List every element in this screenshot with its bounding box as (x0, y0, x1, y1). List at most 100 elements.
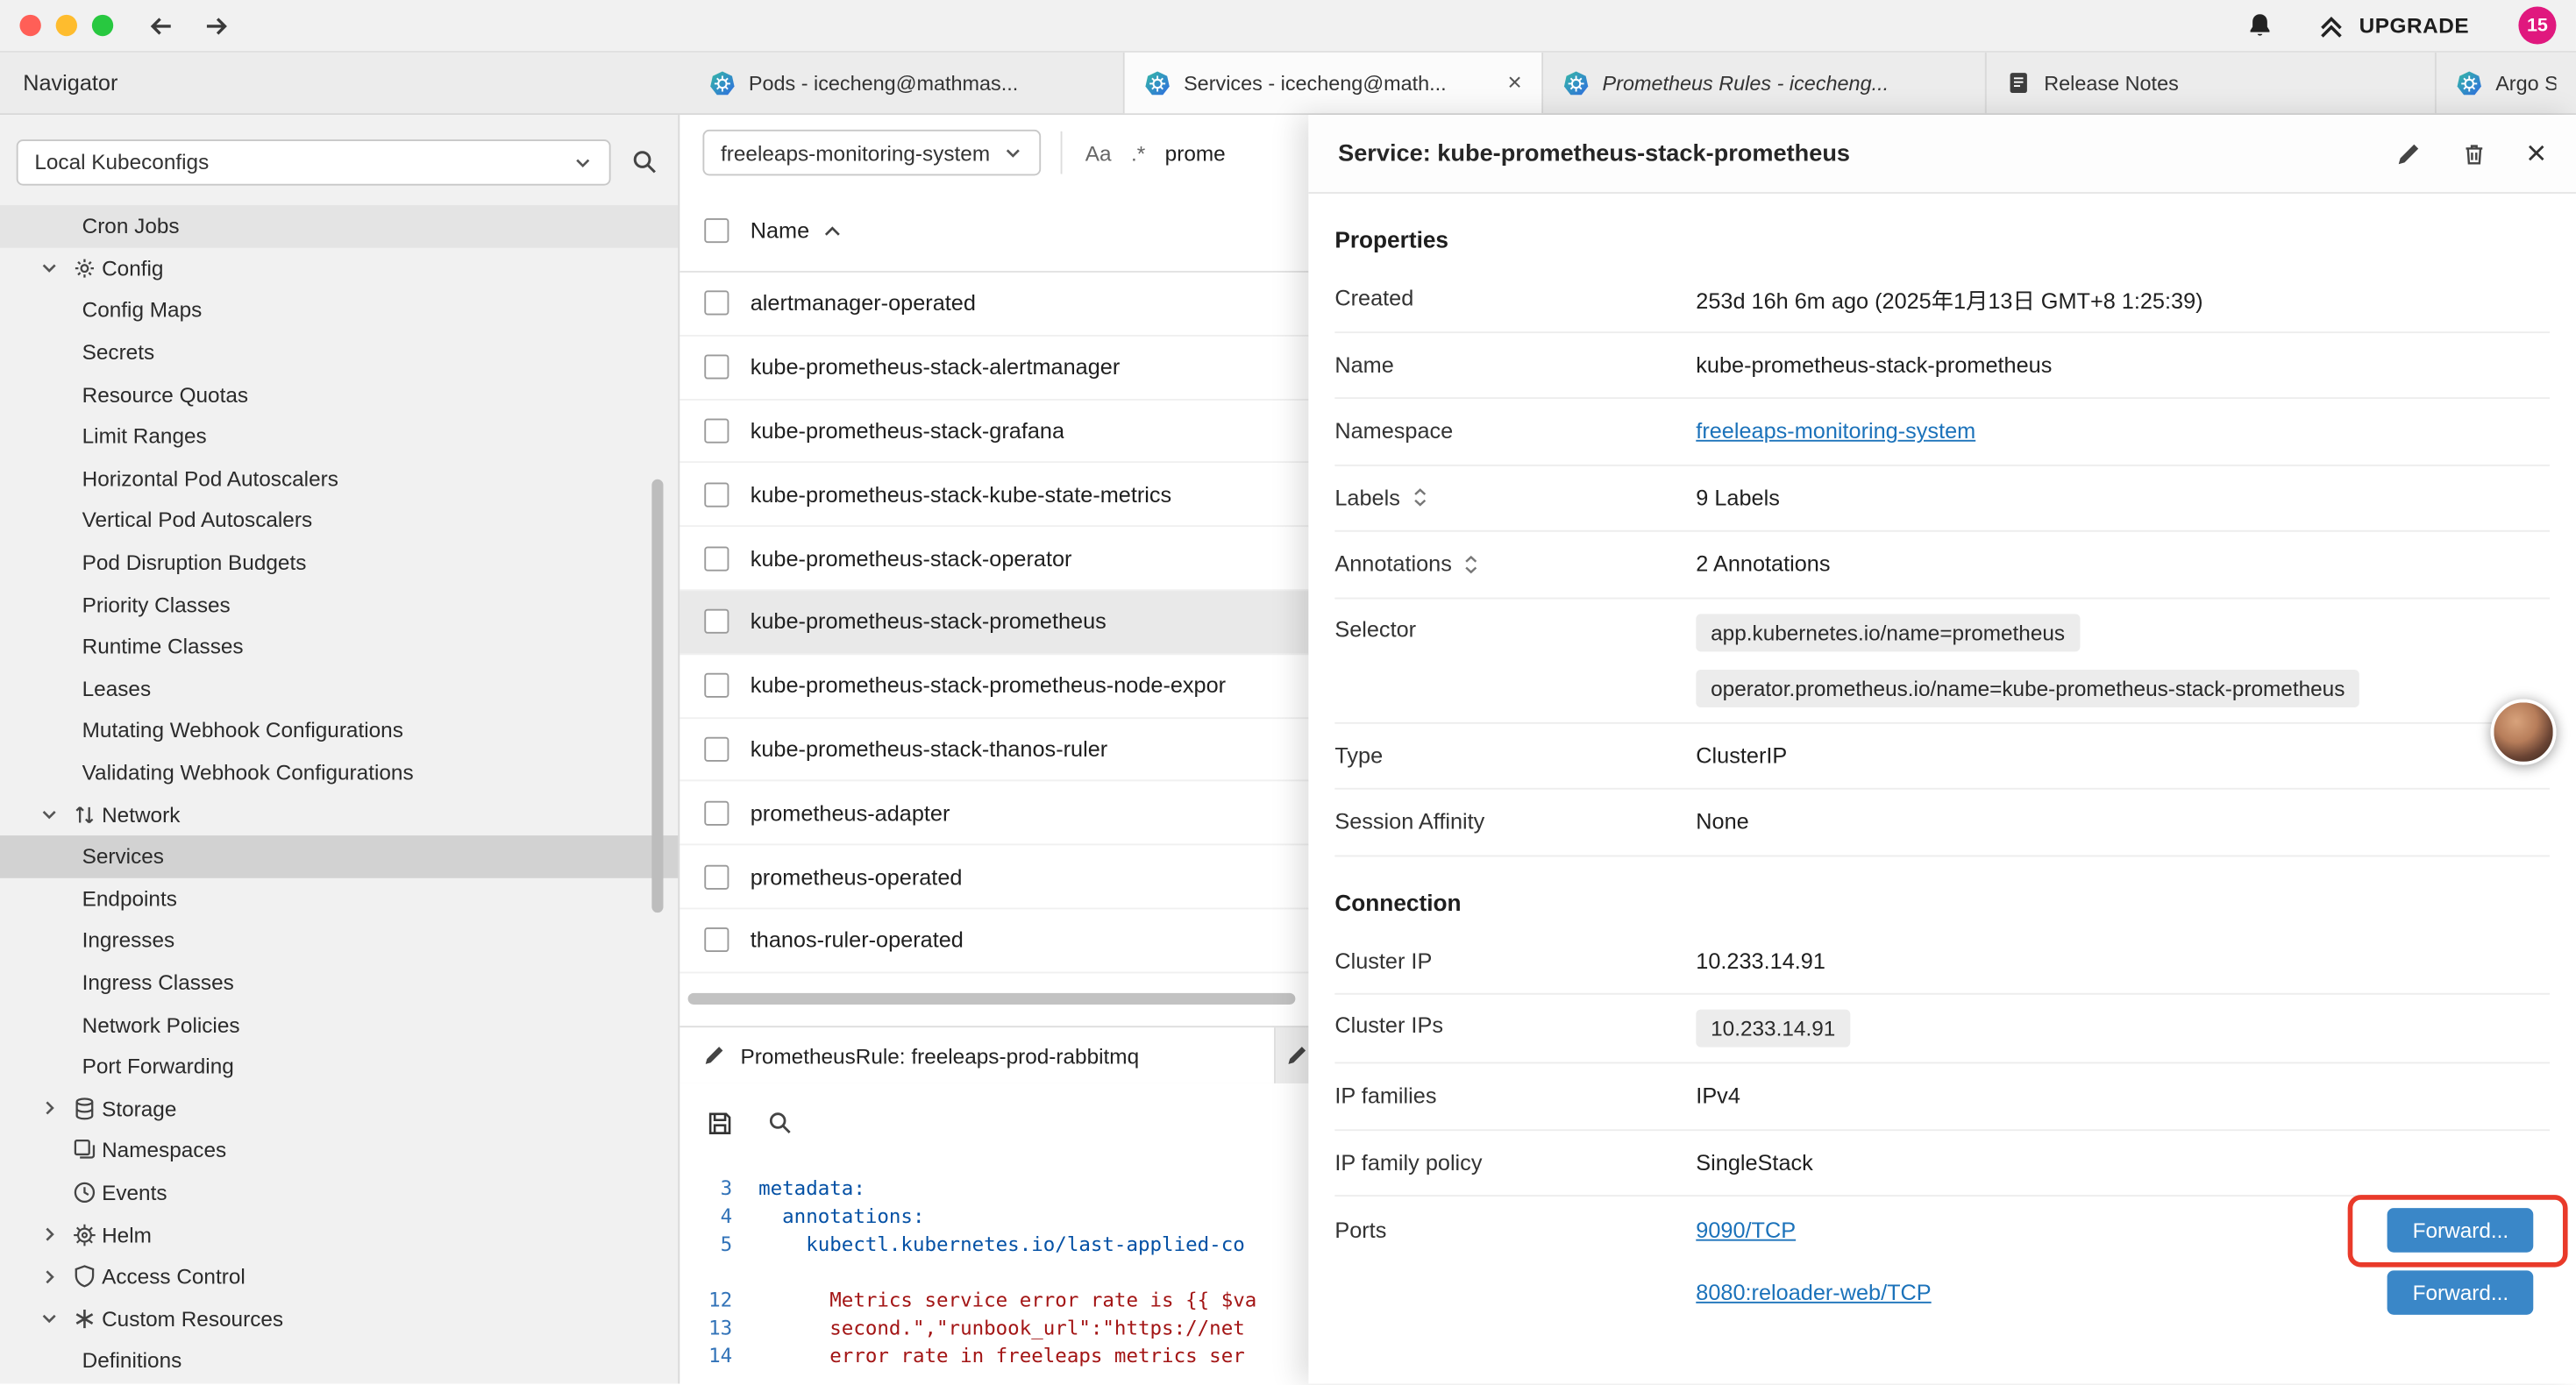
sidebar-item-mutating-webhook-configurations[interactable]: Mutating Webhook Configurations (0, 709, 678, 751)
sort-ascending-icon[interactable] (822, 224, 842, 238)
notifications-bell-icon[interactable] (2245, 11, 2274, 39)
row-checkbox[interactable] (704, 864, 729, 889)
close-drawer-icon[interactable]: × (2526, 136, 2546, 170)
yaml-editor[interactable]: 3metadata:4 annotations:5 kubectl.kubern… (680, 1162, 1308, 1384)
tab-services-icecheng-math[interactable]: Services - icecheng@math...× (1125, 53, 1543, 113)
namespace-link[interactable]: freeleaps-monitoring-system (1696, 419, 1975, 444)
sidebar-item-config-maps[interactable]: Config Maps (0, 289, 678, 331)
chevron-down-icon[interactable] (39, 1309, 69, 1328)
delete-service-icon[interactable] (2460, 140, 2487, 167)
port-link[interactable]: 8080:reloader-web/TCP (1696, 1281, 1931, 1305)
sidebar-item-resource-quotas[interactable]: Resource Quotas (0, 373, 678, 416)
sidebar-item-leases[interactable]: Leases (0, 667, 678, 709)
dock-tab-prometheusrule[interactable]: PrometheusRule: freeleaps-prod-rabbitmq (680, 1027, 1276, 1083)
sidebar-item-namespaces[interactable]: Namespaces (0, 1129, 678, 1171)
sidebar-item-storage[interactable]: Storage (0, 1087, 678, 1129)
row-checkbox[interactable] (704, 800, 729, 825)
sidebar-item-priority-classes[interactable]: Priority Classes (0, 583, 678, 625)
forward-button[interactable]: Forward... (2388, 1208, 2534, 1253)
name-column-header[interactable]: Name (751, 218, 809, 243)
tab-release-notes[interactable]: Release Notes (1987, 53, 2437, 113)
tab-argo-se[interactable]: Argo Se... (2437, 53, 2576, 113)
editor-search-icon[interactable] (766, 1110, 793, 1136)
forward-button[interactable]: Forward... (2388, 1270, 2534, 1315)
window-close-button[interactable] (19, 15, 40, 36)
upgrade-button[interactable]: UPGRADE (2316, 11, 2469, 40)
chevron-down-icon[interactable] (39, 805, 69, 824)
edit-service-icon[interactable] (2395, 140, 2421, 167)
chevron-right-icon[interactable] (39, 1267, 69, 1286)
sidebar-item-network[interactable]: Network (0, 793, 678, 835)
regex-toggle[interactable]: .* (1131, 140, 1145, 165)
table-row-kube-prometheus-stack-thanos-ruler[interactable]: kube-prometheus-stack-thanos-ruler (680, 718, 1308, 782)
sidebar-item-access-control[interactable]: Access Control (0, 1255, 678, 1297)
table-row-kube-prometheus-stack-kube-state-metrics[interactable]: kube-prometheus-stack-kube-state-metrics (680, 464, 1308, 528)
sidebar-item-ingresses[interactable]: Ingresses (0, 920, 678, 962)
search-query[interactable]: prome (1165, 140, 1226, 165)
row-checkbox[interactable] (704, 546, 729, 571)
table-row-alertmanager-operated[interactable]: alertmanager-operated (680, 273, 1308, 337)
table-row-thanos-ruler-operated[interactable]: thanos-ruler-operated (680, 909, 1308, 973)
window-zoom-button[interactable] (92, 15, 113, 36)
sidebar-item-pod-disruption-budgets[interactable]: Pod Disruption Budgets (0, 541, 678, 583)
row-checkbox[interactable] (704, 418, 729, 443)
sort-icon[interactable] (1463, 554, 1480, 573)
select-all-checkbox[interactable] (704, 218, 729, 243)
notification-count-badge[interactable]: 15 (2518, 6, 2556, 44)
sidebar-item-events[interactable]: Events (0, 1171, 678, 1213)
sidebar-item-secrets[interactable]: Secrets (0, 331, 678, 373)
sidebar-item-config[interactable]: Config (0, 247, 678, 289)
sidebar-item-port-forwarding[interactable]: Port Forwarding (0, 1046, 678, 1088)
sidebar-item-definitions[interactable]: Definitions (0, 1339, 678, 1381)
sidebar-item-horizontal-pod-autoscalers[interactable]: Horizontal Pod Autoscalers (0, 458, 678, 500)
sidebar-item-endpoints[interactable]: Endpoints (0, 877, 678, 920)
row-checkbox[interactable] (704, 355, 729, 380)
table-row-prometheus-operated[interactable]: prometheus-operated (680, 846, 1308, 910)
sidebar-item-cron-jobs[interactable]: Cron Jobs (0, 205, 678, 247)
sidebar-scrollbar[interactable] (651, 479, 663, 913)
sort-icon[interactable] (1412, 488, 1428, 508)
tab-prometheus-rules-icecheng[interactable]: Prometheus Rules - icecheng... (1543, 53, 1987, 113)
table-row-kube-prometheus-stack-grafana[interactable]: kube-prometheus-stack-grafana (680, 400, 1308, 464)
window-minimize-button[interactable] (56, 15, 77, 36)
table-row-kube-prometheus-stack-prometheus[interactable]: kube-prometheus-stack-prometheus (680, 591, 1308, 655)
match-case-toggle[interactable]: Aa (1085, 140, 1112, 165)
sidebar-item-label: Definitions (82, 1348, 182, 1373)
detail-value: 9 Labels (1696, 486, 2550, 510)
table-row-kube-prometheus-stack-alertmanager[interactable]: kube-prometheus-stack-alertmanager (680, 336, 1308, 400)
row-checkbox[interactable] (704, 482, 729, 507)
row-checkbox[interactable] (704, 609, 729, 634)
port-link[interactable]: 9090/TCP (1696, 1218, 1796, 1242)
sidebar-item-services[interactable]: Services (0, 835, 678, 877)
back-button[interactable] (146, 12, 176, 39)
row-checkbox[interactable] (704, 928, 729, 953)
sidebar-item-limit-ranges[interactable]: Limit Ranges (0, 416, 678, 458)
sidebar-item-validating-webhook-configurations[interactable]: Validating Webhook Configurations (0, 751, 678, 793)
table-row-prometheus-adapter[interactable]: prometheus-adapter (680, 782, 1308, 846)
sidebar-item-runtime-classes[interactable]: Runtime Classes (0, 625, 678, 667)
table-row-kube-prometheus-stack-operator[interactable]: kube-prometheus-stack-operator (680, 527, 1308, 591)
scrollbar-thumb[interactable] (688, 993, 1296, 1005)
sidebar-search-icon[interactable] (630, 148, 658, 176)
horizontal-scrollbar[interactable] (680, 973, 1308, 1026)
chevron-down-icon[interactable] (39, 259, 69, 278)
chevron-right-icon[interactable] (39, 1225, 69, 1244)
avatar[interactable] (2491, 700, 2557, 765)
sidebar-item-ingress-classes[interactable]: Ingress Classes (0, 962, 678, 1004)
row-checkbox[interactable] (704, 673, 729, 698)
tab-pods-icecheng-mathmas[interactable]: Pods - icecheng@mathmas... (689, 53, 1124, 113)
sidebar-item-vertical-pod-autoscalers[interactable]: Vertical Pod Autoscalers (0, 500, 678, 542)
table-row-kube-prometheus-stack-prometheus-node-expor[interactable]: kube-prometheus-stack-prometheus-node-ex… (680, 655, 1308, 719)
sidebar-item-network-policies[interactable]: Network Policies (0, 1004, 678, 1046)
namespace-filter-dropdown[interactable]: freeleaps-monitoring-system (702, 130, 1041, 175)
sidebar-item-helm[interactable]: Helm (0, 1213, 678, 1255)
close-tab-icon[interactable]: × (1507, 69, 1521, 97)
sidebar-item-custom-resources[interactable]: Custom Resources (0, 1297, 678, 1339)
kubeconfig-dropdown[interactable]: Local Kubeconfigs (17, 138, 611, 184)
row-checkbox[interactable] (704, 737, 729, 762)
save-icon[interactable] (706, 1109, 734, 1137)
chevron-right-icon[interactable] (39, 1098, 69, 1118)
row-checkbox[interactable] (704, 291, 729, 316)
dock-tab-next[interactable] (1276, 1027, 1308, 1083)
forward-button[interactable] (202, 12, 231, 39)
